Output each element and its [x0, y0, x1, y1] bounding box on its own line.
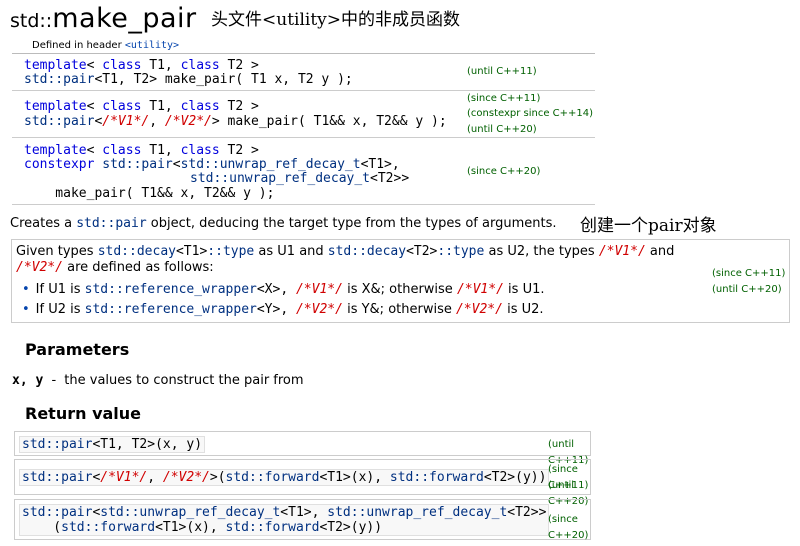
- return-version-3: (since C++20): [548, 514, 589, 541]
- declaration-1: template< class T1, class T2 > std::pair…: [12, 56, 595, 91]
- header-link[interactable]: <utility>: [125, 40, 179, 51]
- header-label: Defined in header: [32, 40, 122, 51]
- decl3-version: (since C++20): [467, 166, 541, 177]
- parameter-dash: -: [51, 373, 61, 388]
- return-row-1: std::pair<T1, T2>(x, y) (until C++11): [14, 431, 591, 466]
- return-row-2: std::pair</*V1*/, /*V2*/>(std::forward<T…: [14, 459, 591, 507]
- annotation-header: 头文件<utility>中的非成员函数: [211, 10, 461, 30]
- decl2-line1: template< class T1, class T2 >: [24, 99, 259, 114]
- decl2-version-2: (constexpr since C++14): [467, 108, 594, 119]
- title-prefix: std::: [10, 10, 53, 32]
- return-row-3: std::pair<std::unwrap_ref_decay_t<T1>, s…: [14, 499, 591, 541]
- declaration-2: template< class T1, class T2 > std::pair…: [12, 91, 595, 138]
- box-bullet-1: If U1 is std::reference_wrapper<X>, /*V1…: [22, 282, 545, 297]
- decl3-line4: make_pair( T1&& x, T2&& y );: [24, 186, 275, 201]
- return-heading: Return value: [25, 404, 142, 423]
- annotation-create: 创建一个pair对象: [580, 216, 717, 236]
- page-title: std::make_pair: [10, 3, 197, 34]
- return-code-3: std::pair<std::unwrap_ref_decay_t<T1>, s…: [19, 504, 550, 536]
- declaration-3: template< class T1, class T2 > constexpr…: [12, 138, 595, 205]
- title-name: make_pair: [52, 3, 197, 34]
- parameter-name: x, y: [12, 373, 44, 388]
- box-line2: /*V2*/ are defined as follows:: [16, 260, 214, 275]
- parameters-heading: Parameters: [25, 340, 130, 359]
- box-version-2: (until C++20): [712, 284, 782, 295]
- box-bullet-2: If U2 is std::reference_wrapper<Y>, /*V2…: [22, 302, 544, 317]
- parameter-desc: the values to construct the pair from: [64, 373, 304, 388]
- return-code-1: std::pair<T1, T2>(x, y): [19, 436, 206, 453]
- decl1-line1: template< class T1, class T2 >: [24, 58, 259, 73]
- parameter-row: x, y - the values to construct the pair …: [12, 373, 304, 388]
- decl1-line2: std::pair<T1, T2> make_pair( T1 x, T2 y …: [24, 72, 353, 87]
- definition-box: Given types std::decay<T1>::type as U1 a…: [11, 239, 790, 323]
- decl2-version-3: (until C++20): [467, 124, 537, 135]
- decl2-line2: std::pair</*V1*/, /*V2*/> make_pair( T1&…: [24, 114, 447, 129]
- decl1-version: (until C++11): [467, 66, 537, 77]
- box-version-1: (since C++11): [712, 268, 786, 279]
- decl3-line3: std::unwrap_ref_decay_t<T2>>: [190, 171, 410, 186]
- return-code-2: std::pair</*V1*/, /*V2*/>(std::forward<T…: [19, 469, 550, 486]
- box-line1: Given types std::decay<T1>::type as U1 a…: [16, 244, 675, 259]
- description: Creates a std::pair object, deducing the…: [10, 216, 557, 231]
- decl3-line2: constexpr std::pair<std::unwrap_ref_deca…: [24, 157, 400, 172]
- decl2-version-1: (since C++11): [467, 93, 541, 104]
- header-line: Defined in header <utility>: [12, 40, 595, 54]
- decl3-line1: template< class T1, class T2 >: [24, 143, 259, 158]
